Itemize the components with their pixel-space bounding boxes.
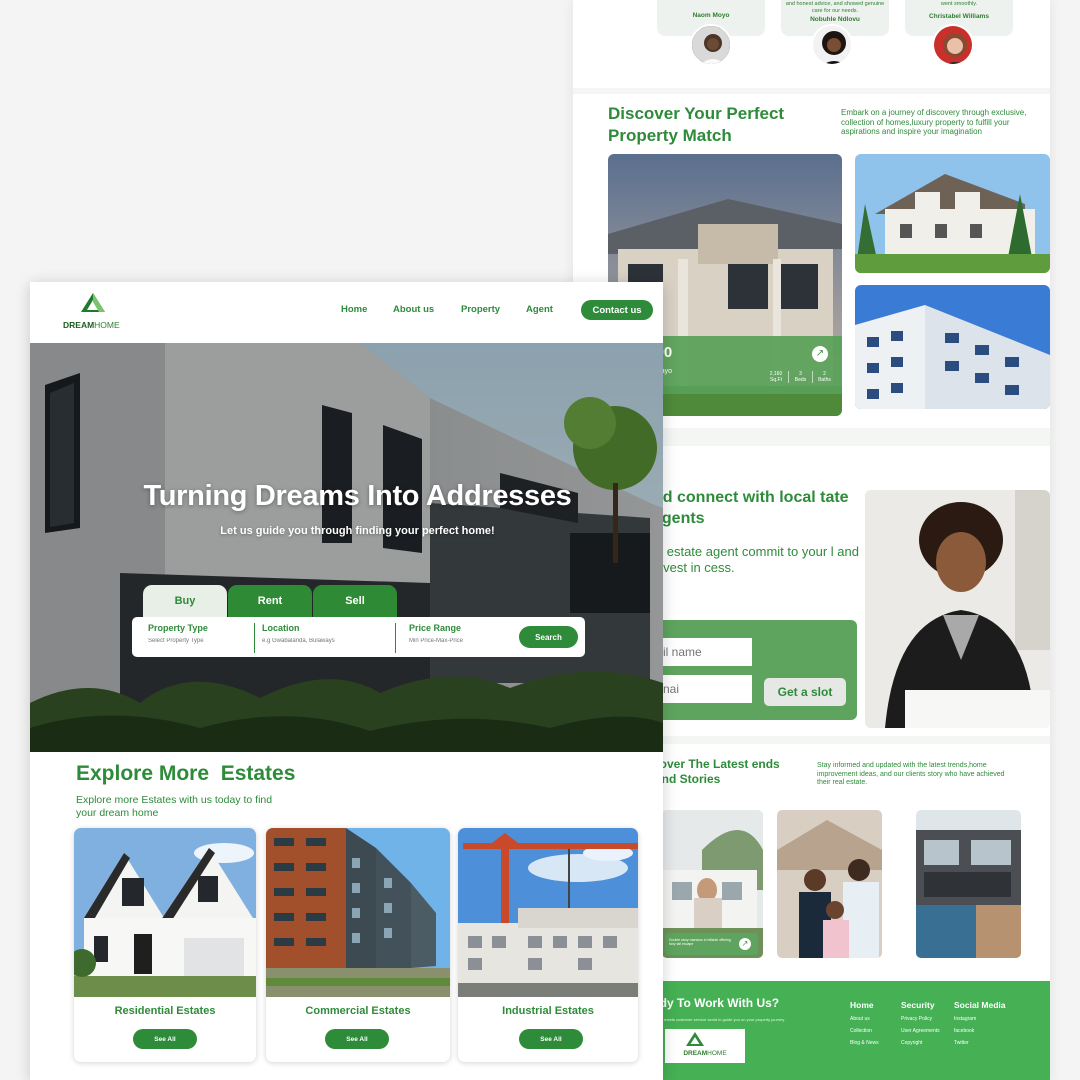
- news-card[interactable]: Double story mansion in hillside offerin…: [662, 810, 763, 958]
- front-page-preview: DREAMHOME Home About us Property Agent C…: [30, 282, 663, 1080]
- search-tabs: Buy Rent Sell: [143, 585, 398, 617]
- footer-link[interactable]: Twitter: [954, 1040, 1006, 1046]
- estate-name: Commercial Estates: [305, 1005, 411, 1017]
- agent-section-title: nd connect with local tate agents: [653, 489, 849, 527]
- divider: [395, 623, 396, 653]
- hero-title: Turning Dreams Into Addresses: [143, 480, 572, 512]
- agent-section-description: al estate agent commit to your l and inv…: [653, 544, 859, 575]
- logo-mark-icon: [686, 1032, 704, 1046]
- footer-link[interactable]: Collection: [850, 1028, 879, 1034]
- footer-logo[interactable]: DREAMHOME: [665, 1029, 745, 1063]
- arrow-up-right-icon[interactable]: ↗: [812, 346, 828, 362]
- location-field[interactable]: Location: [262, 623, 362, 644]
- footer-column-security: Security Privacy Policy User Agreements …: [901, 1000, 940, 1046]
- search-panel: Property Type Location Price Range Searc…: [132, 617, 585, 657]
- see-all-button[interactable]: See All: [325, 1029, 389, 1049]
- estate-name: Residential Estates: [114, 1005, 216, 1017]
- agent-photo: [865, 490, 1050, 728]
- email-field[interactable]: [653, 675, 752, 703]
- news-card[interactable]: [777, 810, 882, 958]
- property-type-field[interactable]: Property Type: [148, 623, 248, 644]
- avatar: [932, 24, 974, 66]
- footer-column-home: Home About us Collection Blog & News: [850, 1000, 879, 1046]
- explore-title: Explore More Estates: [76, 762, 296, 785]
- estate-card-residential[interactable]: Residential Estates See All: [74, 828, 256, 1062]
- search-button[interactable]: Search: [519, 626, 578, 648]
- estate-name: Industrial Estates: [502, 1005, 594, 1017]
- section-divider: [573, 88, 1050, 94]
- name-field[interactable]: [653, 638, 752, 666]
- discover-description: Embark on a journey of discovery through…: [841, 108, 1027, 137]
- news-section-title: cover The Latest ends And Stories: [653, 757, 780, 786]
- get-a-slot-button[interactable]: Get a slot: [764, 678, 846, 706]
- logo[interactable]: DREAMHOME: [63, 292, 129, 332]
- stat-baths: 2 Baths: [812, 371, 836, 383]
- agent-booking-form: Get a slot: [653, 620, 857, 720]
- footer-link[interactable]: Copyright: [901, 1040, 940, 1046]
- tab-buy[interactable]: Buy: [143, 585, 227, 617]
- footer-column-social: Social Media Instagram facebook Twitter: [954, 1000, 1006, 1046]
- stat-area: 2,160 Sq.Ft: [769, 371, 783, 383]
- testimonial-name: Nobuhle Ndlovu: [810, 16, 860, 24]
- footer-link[interactable]: User Agreements: [901, 1028, 940, 1034]
- footer-tagline: ready meets customer service world to gu…: [653, 1017, 785, 1022]
- estate-card-industrial[interactable]: Industrial Estates See All: [458, 828, 638, 1062]
- see-all-button[interactable]: See All: [519, 1029, 583, 1049]
- hero-image: [30, 343, 663, 752]
- estate-card-commercial[interactable]: Commercial Estates See All: [266, 828, 450, 1062]
- estate-image: [266, 828, 450, 997]
- testimonial-name: Christabel Williams: [929, 12, 989, 20]
- see-all-button[interactable]: See All: [133, 1029, 197, 1049]
- property-stats: 2,160 Sq.Ft 3 Beds 2 Baths: [764, 371, 836, 383]
- hero-subtitle: Let us guide you through finding your pe…: [220, 525, 495, 537]
- nav-property[interactable]: Property: [461, 304, 500, 315]
- hero: Turning Dreams Into Addresses Let us gui…: [30, 343, 663, 752]
- estate-image: [458, 828, 638, 997]
- footer-cta: ady To Work With Us?: [653, 996, 780, 1010]
- logo-text: DREAMHOME: [63, 320, 120, 330]
- property-image[interactable]: [855, 154, 1050, 273]
- price-range-input[interactable]: [409, 638, 509, 644]
- news-card[interactable]: [916, 810, 1021, 958]
- testimonial-name: Naom Moyo: [692, 12, 730, 19]
- news-caption-box: Double story mansion in hillside offerin…: [665, 933, 758, 955]
- explore-subtitle: Explore more Estates with us today to fi…: [76, 794, 273, 819]
- navbar: DREAMHOME Home About us Property Agent C…: [30, 282, 663, 343]
- property-type-input[interactable]: [148, 638, 248, 644]
- footer-link[interactable]: About us: [850, 1016, 879, 1022]
- news-section-description: Stay informed and updated with the lates…: [817, 762, 1005, 787]
- nav-about-us[interactable]: About us: [393, 304, 434, 315]
- divider: [254, 623, 255, 653]
- arrow-up-right-icon[interactable]: ↗: [739, 938, 751, 950]
- news-caption: Double story mansion in hillside offerin…: [669, 938, 731, 946]
- nav-agent[interactable]: Agent: [526, 304, 553, 315]
- location-input[interactable]: [262, 638, 362, 644]
- price-range-field[interactable]: Price Range: [409, 623, 509, 644]
- footer-link[interactable]: Instagram: [954, 1016, 1006, 1022]
- stat-beds: 3 Beds: [788, 371, 812, 383]
- discover-title: Discover Your Perfect Property Match: [608, 104, 785, 145]
- estate-image: [74, 828, 256, 997]
- footer-link[interactable]: Blog & News: [850, 1040, 879, 1046]
- footer-logo-text: DREAMHOME: [683, 1050, 727, 1057]
- property-image[interactable]: [855, 285, 1050, 409]
- tab-rent[interactable]: Rent: [228, 585, 312, 617]
- avatar: [811, 24, 853, 66]
- logo-mark-icon: [81, 293, 105, 312]
- contact-us-button[interactable]: Contact us: [581, 300, 653, 320]
- avatar: [690, 24, 732, 66]
- footer-link[interactable]: facebook: [954, 1028, 1006, 1034]
- nav-home[interactable]: Home: [341, 304, 367, 315]
- footer-link[interactable]: Privacy Policy: [901, 1016, 940, 1022]
- tab-sell[interactable]: Sell: [313, 585, 397, 617]
